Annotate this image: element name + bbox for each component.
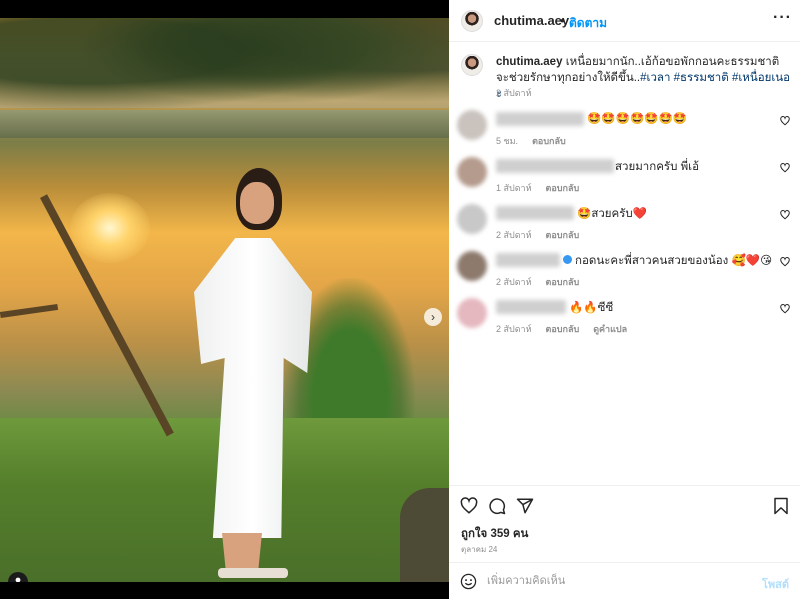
like-comment-heart-icon[interactable]	[780, 304, 790, 314]
comment-meta: 2 สัปดาห์ ตอบกลับ	[496, 228, 579, 242]
commenter-avatar[interactable]	[457, 204, 487, 234]
white-dress	[194, 238, 312, 538]
comment-meta: 1 สัปดาห์ ตอบกลับ	[496, 181, 579, 195]
share-icon[interactable]	[516, 497, 534, 515]
comment-text: กอดนะคะพี่สาวคนสวยของน้อง 🥰❤️😘	[575, 255, 773, 267]
commenter-username-blurred[interactable]	[496, 112, 584, 126]
commenter-username-blurred[interactable]	[496, 300, 566, 314]
comment-item: กอดนะคะพี่สาวคนสวยของน้อง 🥰❤️😘 2 สัปดาห์…	[449, 251, 800, 297]
author-username[interactable]: chutima.aey	[494, 13, 569, 28]
caption-avatar[interactable]	[461, 54, 483, 76]
heart-icon[interactable]	[460, 497, 478, 515]
comment-meta: 2 สัปดาห์ ตอบกลับ	[496, 275, 579, 289]
reply-button[interactable]: ตอบกลับ	[532, 134, 566, 148]
comment-time: 2 สัปดาห์	[496, 230, 532, 240]
commenter-username-blurred[interactable]	[496, 206, 574, 220]
translate-button[interactable]: ดูคำแปล	[593, 322, 627, 336]
comment-time: 2 สัปดาห์	[496, 277, 532, 287]
shoes	[218, 568, 288, 578]
comment-text: 🤩สวยครับ❤️	[577, 208, 648, 220]
rock	[400, 488, 449, 582]
wooden-pole-cross	[0, 303, 59, 319]
post-viewer: › chutima.aey • ติดตาม ··· chutima.aey เ…	[0, 0, 800, 599]
comment-item: สวยมากครับ พี่เอ้ 1 สัปดาห์ ตอบกลับ	[449, 157, 800, 203]
comment-text: สวยมากครับ พี่เอ้	[615, 161, 699, 173]
user-icon	[15, 577, 21, 582]
next-slide-button[interactable]: ›	[424, 308, 442, 326]
comment-item: 🤩🤩🤩🤩🤩🤩🤩 5 ชม. ตอบกลับ	[449, 110, 800, 156]
add-comment-bar: โพสต์	[449, 562, 800, 599]
verified-badge-icon	[563, 255, 572, 264]
bookmark-icon[interactable]	[773, 497, 789, 515]
comment-icon[interactable]	[488, 497, 506, 515]
caption-date: 2 สัปดาห์	[496, 88, 532, 98]
comment-input[interactable]	[487, 571, 747, 591]
post-date: ตุลาคม 24	[461, 545, 498, 554]
post-actions	[449, 485, 800, 525]
author-avatar[interactable]	[461, 10, 483, 32]
hashtag-nature[interactable]: #ธรรมชาติ	[674, 72, 729, 84]
comment-item: 🔥🔥ซีซี 2 สัปดาห์ ตอบกลับ ดูคำแปล	[449, 298, 800, 344]
header-separator: •	[560, 13, 565, 28]
hashtag-time[interactable]: #เวลา	[640, 72, 670, 84]
comment-text: 🔥🔥ซีซี	[569, 302, 614, 314]
legs	[222, 533, 262, 573]
caption-text: chutima.aey เหนื่อยมากนัก..เอ้ก้อขอพักกอ…	[496, 54, 792, 102]
reply-button[interactable]: ตอบกลับ	[546, 322, 580, 336]
woman-figure	[178, 168, 328, 582]
comment-meta: 2 สัปดาห์ ตอบกลับ ดูคำแปล	[496, 322, 627, 336]
commenter-avatar[interactable]	[457, 110, 487, 140]
caption-username[interactable]: chutima.aey	[496, 56, 562, 68]
like-comment-heart-icon[interactable]	[780, 257, 790, 267]
emoji-icon[interactable]	[460, 573, 477, 590]
comment-item: 🤩สวยครับ❤️ 2 สัปดาห์ ตอบกลับ	[449, 204, 800, 250]
more-options-icon[interactable]: ···	[773, 9, 792, 27]
reply-button[interactable]: ตอบกลับ	[546, 181, 580, 195]
follow-button[interactable]: ติดตาม	[569, 14, 607, 33]
commenter-avatar[interactable]	[457, 298, 487, 328]
comment-time: 2 สัปดาห์	[496, 324, 532, 334]
comment-meta: 5 ชม. ตอบกลับ	[496, 134, 566, 148]
like-comment-heart-icon[interactable]	[780, 163, 790, 173]
face	[240, 182, 274, 224]
like-comment-heart-icon[interactable]	[780, 116, 790, 126]
commenter-username-blurred[interactable]	[496, 159, 614, 173]
river-bank	[0, 110, 449, 138]
post-photo[interactable]: ›	[0, 18, 449, 582]
sun-reflection	[70, 193, 150, 263]
like-comment-heart-icon[interactable]	[780, 210, 790, 220]
post-sidebar: chutima.aey • ติดตาม ··· chutima.aey เหน…	[449, 0, 800, 599]
comment-text: 🤩🤩🤩🤩🤩🤩🤩	[587, 113, 688, 125]
commenter-avatar[interactable]	[457, 157, 487, 187]
likes-count[interactable]: ถูกใจ 359 คน	[461, 525, 528, 543]
commenter-avatar[interactable]	[457, 251, 487, 281]
comment-time: 1 สัปดาห์	[496, 183, 532, 193]
reply-button[interactable]: ตอบกลับ	[546, 275, 580, 289]
commenter-username-blurred[interactable]	[496, 253, 560, 267]
comment-time: 5 ชม.	[496, 136, 519, 146]
reply-button[interactable]: ตอบกลับ	[546, 228, 580, 242]
post-header: chutima.aey • ติดตาม ···	[449, 0, 800, 42]
post-comment-button[interactable]: โพสต์	[762, 575, 789, 593]
